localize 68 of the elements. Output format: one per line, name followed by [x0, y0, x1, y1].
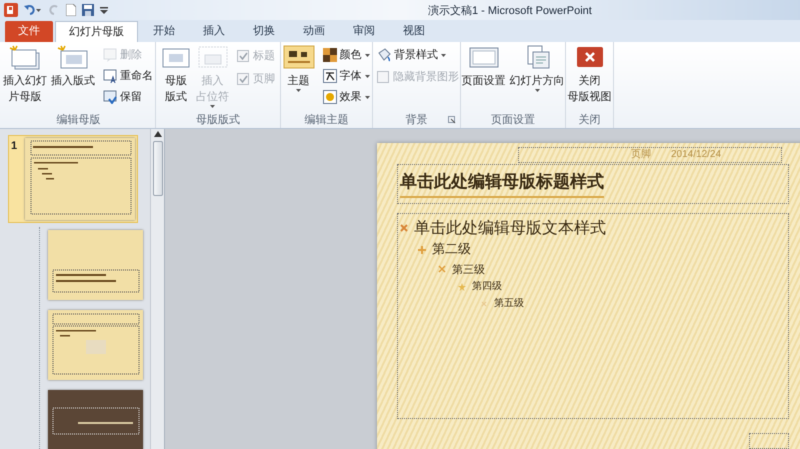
font-icon: [322, 69, 336, 83]
customize-menu-icon[interactable]: [100, 5, 108, 15]
slide-thumbnail[interactable]: [48, 390, 143, 449]
slide-number: 1: [11, 139, 18, 154]
group-label: 母版版式: [196, 112, 240, 128]
ribbon-button[interactable]: 幻灯片方向: [508, 42, 566, 112]
scroll-thumb[interactable]: [152, 141, 162, 196]
theme-thumbnail-icon: [282, 45, 314, 71]
body-text-line: 第五级: [494, 298, 524, 310]
page-number-placeholder: [749, 433, 789, 449]
scroll-up-icon[interactable]: [154, 131, 162, 137]
group-label: 背景: [406, 112, 428, 128]
checkmark-slide-icon: [103, 90, 117, 104]
ribbon-tab[interactable]: 审阅: [340, 21, 388, 42]
effects-icon: [322, 90, 336, 104]
bullet-icon: [458, 282, 466, 291]
body-text-line: 第三级: [452, 262, 485, 276]
bullet-icon: [438, 265, 446, 274]
color-palette-icon: [322, 48, 336, 62]
group-label: 编辑母版: [56, 112, 100, 128]
bullet-icon: [418, 246, 426, 254]
paint-bucket-icon: [377, 48, 391, 62]
ribbon-button[interactable]: 页面设置: [460, 42, 506, 112]
slide-master-icon: [9, 45, 41, 71]
ribbon-button[interactable]: 插入幻灯 片母版: [2, 42, 48, 112]
group-label: 关闭: [578, 112, 600, 128]
ribbon-button[interactable]: 背景样式: [375, 45, 461, 65]
dialog-launcher-icon[interactable]: [448, 116, 456, 124]
ribbon-button[interactable]: 关闭 母版视图: [566, 42, 612, 112]
ribbon-button[interactable]: 颜色: [320, 45, 372, 65]
slide-thumbnail[interactable]: 1: [8, 135, 138, 223]
ribbon-tab[interactable]: 视图: [390, 21, 438, 42]
window-title: 演示文稿1 - Microsoft PowerPoint: [428, 4, 592, 19]
rename-icon: [103, 69, 117, 83]
slide-thumbnail[interactable]: [48, 310, 143, 380]
slide-thumbnail[interactable]: [48, 230, 143, 300]
date-text: 2014/12/24: [671, 149, 722, 161]
layout-icon: [57, 45, 89, 71]
body-text-line: 第四级: [472, 280, 502, 293]
bullet-icon: [480, 300, 488, 308]
body-text-line: 第二级: [432, 242, 471, 258]
ribbon-button[interactable]: 插入版式: [50, 42, 96, 112]
ribbon-button[interactable]: 效果: [320, 87, 372, 107]
ribbon-tab[interactable]: 插入: [190, 21, 238, 42]
ribbon-tab[interactable]: 切换: [240, 21, 288, 42]
delete-icon: [103, 48, 117, 62]
ribbon-button[interactable]: 字体: [320, 66, 372, 86]
ribbon-tab[interactable]: 幻灯片母版: [55, 21, 138, 42]
checkmark-icon: [238, 52, 248, 60]
save-icon[interactable]: [82, 4, 94, 16]
ribbon-button[interactable]: 主题: [282, 42, 316, 112]
ribbon-tab[interactable]: 文件: [5, 21, 53, 42]
ribbon-tab[interactable]: 开始: [140, 21, 188, 42]
ribbon-button[interactable]: 重命名: [101, 66, 155, 86]
ribbon-button[interactable]: 母版 版式: [159, 42, 193, 112]
new-document-icon[interactable]: [66, 4, 76, 16]
bullet-icon: [400, 224, 408, 232]
ribbon-tab[interactable]: 动画: [290, 21, 338, 42]
scrollbar[interactable]: [150, 129, 164, 449]
body-text-line: 单击此处编辑母版文本样式: [414, 218, 606, 238]
undo-icon[interactable]: [24, 4, 42, 16]
footer-text: 页脚: [631, 149, 651, 161]
group-label: 页面设置: [491, 112, 535, 128]
app-logo-icon: [4, 3, 18, 17]
ribbon-button[interactable]: 保留: [101, 87, 155, 107]
slide-title: 单击此处编辑母版标题样式: [400, 170, 604, 198]
group-label: 编辑主题: [304, 112, 348, 128]
checkmark-icon: [238, 75, 248, 83]
